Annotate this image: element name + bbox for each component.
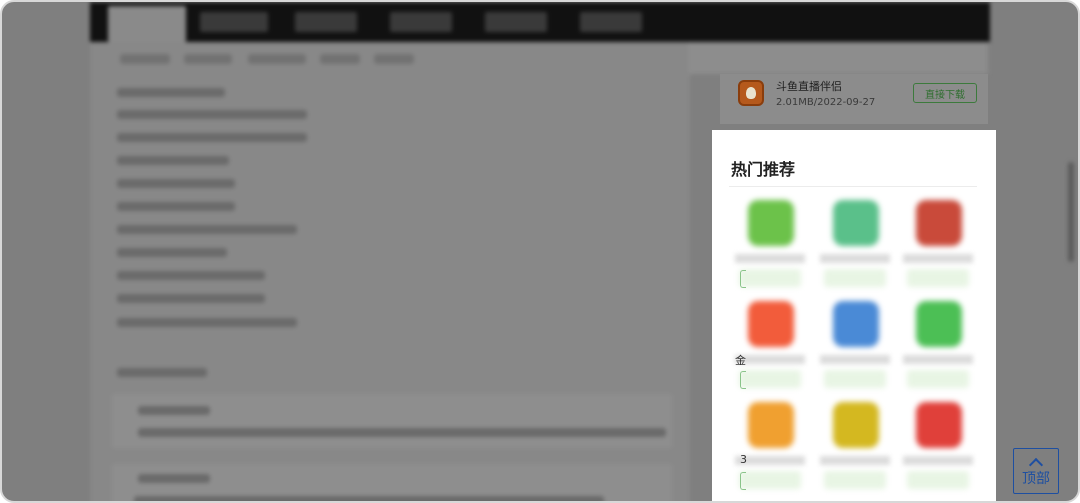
scrollbar[interactable] xyxy=(1068,162,1074,262)
hot-app-item[interactable] xyxy=(818,301,892,396)
text-line xyxy=(138,406,210,415)
hot-app-item[interactable] xyxy=(901,200,975,295)
top-nav-bar xyxy=(90,2,990,42)
orange-app-icon xyxy=(748,301,794,347)
text-line xyxy=(134,496,604,501)
nav-tab xyxy=(295,12,357,32)
breadcrumb xyxy=(184,54,232,64)
text-line xyxy=(117,318,297,327)
app-download-button-edge[interactable] xyxy=(740,472,746,490)
hot-recommendations-title: 热门推荐 xyxy=(731,160,796,179)
colorful-app-icon xyxy=(748,402,794,448)
back-to-top-label: 顶部 xyxy=(1022,470,1050,487)
back-to-top-button[interactable]: 顶部 xyxy=(1013,448,1059,494)
hot-app-item[interactable] xyxy=(901,301,975,396)
section-heading xyxy=(117,368,207,377)
text-line xyxy=(138,428,666,437)
green-app-icon xyxy=(748,200,794,246)
text-line xyxy=(117,110,307,119)
text-line xyxy=(117,248,227,257)
hot-app-download-button[interactable] xyxy=(824,269,886,287)
nav-tab xyxy=(485,12,547,32)
hot-app-download-button[interactable] xyxy=(739,370,801,388)
chevron-up-icon xyxy=(1028,457,1044,472)
wechat-like-app-icon xyxy=(916,301,962,347)
nav-tab xyxy=(108,6,186,42)
divider xyxy=(729,186,977,187)
content-box xyxy=(112,394,672,448)
app-download-button-edge[interactable] xyxy=(740,270,746,288)
hot-app-name xyxy=(903,254,973,263)
download-app-meta: 2.01MB/2022-09-27 xyxy=(776,97,876,108)
download-app-name: 斗鱼直播伴侣 xyxy=(776,80,842,93)
yellow-app-icon xyxy=(833,402,879,448)
cartoon-app-icon xyxy=(833,301,879,347)
app-download-button-edge[interactable] xyxy=(740,371,746,389)
hot-app-download-button[interactable] xyxy=(739,471,801,489)
hot-app-name xyxy=(903,355,973,364)
breadcrumb xyxy=(320,54,360,64)
breadcrumb xyxy=(120,54,170,64)
hot-app-item[interactable] xyxy=(818,402,892,497)
nav-tab xyxy=(200,12,268,32)
hot-app-download-button[interactable] xyxy=(907,370,969,388)
text-line xyxy=(117,179,235,188)
breadcrumb xyxy=(374,54,414,64)
hot-app-name xyxy=(820,355,890,364)
app-name-fragment: 金 xyxy=(735,354,746,367)
text-line xyxy=(117,133,307,142)
sidebar-header xyxy=(688,42,988,74)
text-line xyxy=(117,88,225,97)
hot-app-download-button[interactable] xyxy=(824,471,886,489)
hot-app-name xyxy=(820,254,890,263)
nav-tab xyxy=(390,12,452,32)
red-app-icon xyxy=(916,402,962,448)
hot-app-download-button[interactable] xyxy=(907,269,969,287)
text-line xyxy=(117,294,265,303)
hot-app-name xyxy=(903,456,973,465)
hot-app-download-button[interactable] xyxy=(824,370,886,388)
hot-app-download-button[interactable] xyxy=(739,269,801,287)
avatar-app-icon xyxy=(916,200,962,246)
hot-app-name xyxy=(820,456,890,465)
nav-tab xyxy=(580,12,642,32)
breadcrumb xyxy=(248,54,306,64)
screen-frame: 斗鱼直播伴侣 2.01MB/2022-09-27 直接下载 热门推荐 金 3 顶… xyxy=(0,0,1080,503)
hot-app-name xyxy=(735,254,805,263)
hot-app-item[interactable] xyxy=(901,402,975,497)
hot-app-item[interactable] xyxy=(818,200,892,295)
hot-app-download-button[interactable] xyxy=(907,471,969,489)
text-line xyxy=(117,225,297,234)
green-purple-app-icon xyxy=(833,200,879,246)
douyu-app-icon xyxy=(738,80,764,106)
text-line xyxy=(117,156,229,165)
text-line xyxy=(117,202,235,211)
text-line xyxy=(117,271,265,280)
direct-download-button[interactable]: 直接下载 xyxy=(913,83,977,103)
text-line xyxy=(138,474,210,483)
app-name-fragment: 3 xyxy=(740,453,747,466)
